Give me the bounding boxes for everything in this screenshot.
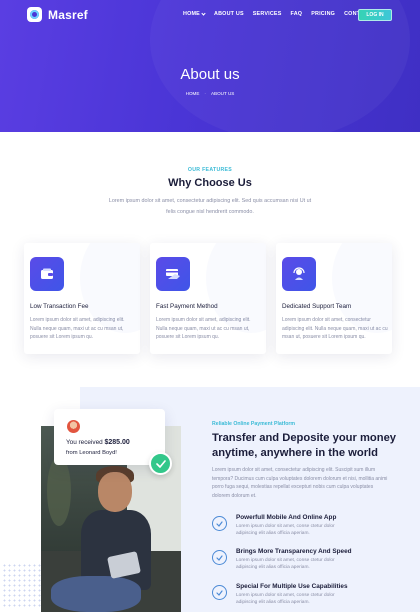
feature-title: Brings More Transparency And Speed [236,548,352,555]
feature-title: Powerfull Mobile And Online App [236,514,337,521]
card-title: Low Transaction Fee [30,303,89,310]
check-icon [149,452,172,475]
check-circle-icon [212,585,227,600]
breadcrumb-current: ABOUT US [210,91,235,96]
payment-description: Lorem ipsum dolor sit amet, consectetur … [212,467,388,499]
photo-plant [47,456,71,526]
dots-pattern [2,563,42,607]
page-title: About us [180,66,240,83]
breadcrumb-separator: · [204,91,206,96]
section-title: Why Choose Us [168,177,252,189]
card-text: Lorem ipsum dolor sit amet, consectetur … [282,317,388,341]
photo-leg [51,576,141,612]
payment-feature-item: Brings More Transparency And Speed Lorem… [212,548,402,574]
card-text: Lorem ipsum dolor sit amet, adipiscing e… [156,317,251,341]
breadcrumb: HOME · ABOUT US [0,91,420,96]
notification-line-1: You received $285.00 [66,439,130,446]
feature-title: Special For Multiple Use Capabilities [236,583,348,590]
feature-text: Lorem ipsum dolor sit amet, conse ctetur… [236,524,335,536]
feature-card-low-fee[interactable]: Low Transaction Fee Lorem ipsum dolor si… [24,243,140,354]
feature-text: Lorem ipsum dolor sit amet, conse ctetur… [236,558,335,570]
notification-amount: $285.00 [104,439,130,446]
payment-card-icon [156,257,190,291]
brand-name: Masref [48,7,88,22]
nav-item-pricing[interactable]: PRICING [311,11,335,17]
main-nav: HOME ABOUT US SERVICES FAQ PRICING CONTA… [183,10,371,17]
card-title: Fast Payment Method [156,303,218,310]
payment-feature-item: Powerfull Mobile And Online App Lorem ip… [212,514,402,540]
section-description: Lorem ipsum dolor sit amet, consectetur … [108,198,312,215]
photo-head [98,472,132,512]
hero-header: Masref HOME ABOUT US SERVICES FAQ PRICIN… [0,0,420,132]
check-circle-icon [212,516,227,531]
payment-notification-card: You received $285.00 from Leonard Boyd! [54,409,165,465]
logo-icon [27,7,42,22]
wallet-icon [30,257,64,291]
support-headset-icon [282,257,316,291]
card-title: Dedicated Support Team [282,303,352,310]
nav-item-about[interactable]: ABOUT US [214,11,244,17]
notification-prefix: You received [66,439,103,446]
chevron-down-icon [201,10,206,16]
nav-item-faq[interactable]: FAQ [291,11,303,17]
avatar [67,420,80,433]
brand-logo[interactable]: Masref [27,7,88,22]
notification-line-2: from Leonard Boyd! [66,450,117,456]
section-eyebrow: OUR FEATURES [187,167,233,173]
breadcrumb-home[interactable]: HOME [186,91,200,96]
payment-feature-item: Special For Multiple Use Capabilities Lo… [212,583,402,609]
feature-card-fast-payment[interactable]: Fast Payment Method Lorem ipsum dolor si… [150,243,266,354]
nav-item-services[interactable]: SERVICES [253,11,282,17]
payment-eyebrow: Reliable Online Payment Platform [212,421,296,427]
feature-text: Lorem ipsum dolor sit amet, conse ctetur… [236,593,335,605]
check-circle-icon [212,550,227,565]
card-text: Lorem ipsum dolor sit amet, adipiscing e… [30,317,125,341]
nav-item-home[interactable]: HOME [183,10,206,17]
payment-title: Transfer and Deposite your money anytime… [212,432,397,459]
nav-item-label: HOME [183,11,200,17]
feature-card-support[interactable]: Dedicated Support Team Lorem ipsum dolor… [276,243,392,354]
login-button[interactable]: LOG IN [358,9,392,21]
